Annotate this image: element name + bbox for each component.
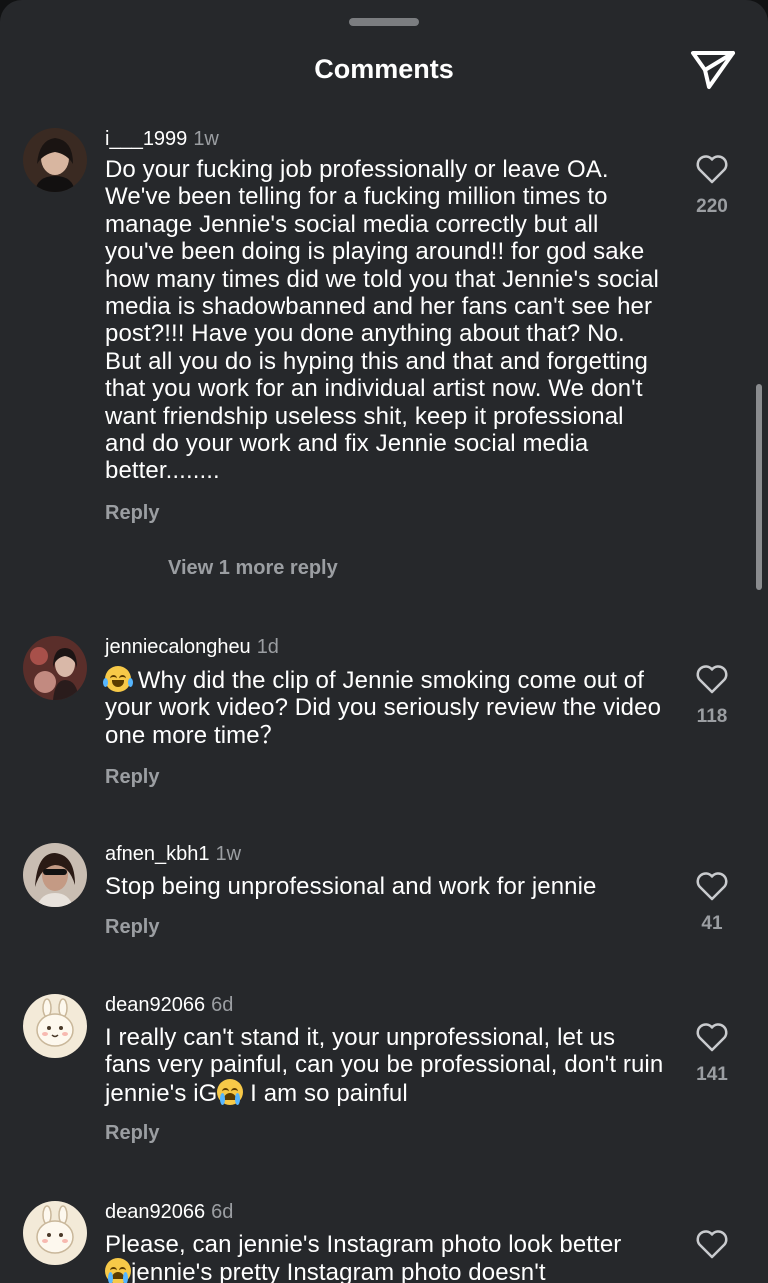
laughing-tears-emoji <box>103 666 133 692</box>
comment-text-tail: I am so painful <box>243 1079 408 1107</box>
like-count: 41 <box>701 913 723 934</box>
reply-button[interactable]: Reply <box>105 1122 159 1145</box>
like-count: 220 <box>696 196 728 217</box>
timestamp: 6d <box>211 1201 234 1223</box>
like-count: 118 <box>696 706 728 727</box>
reply-button[interactable]: Reply <box>105 766 159 789</box>
avatar[interactable] <box>23 994 87 1058</box>
timestamp: 1w <box>193 128 219 150</box>
timestamp: 1d <box>256 636 279 658</box>
avatar[interactable] <box>23 636 87 700</box>
comment-meta: dean92066 6d <box>105 994 233 1017</box>
avatar[interactable] <box>23 128 87 192</box>
like-count: 141 <box>696 1064 728 1085</box>
avatar[interactable] <box>23 1201 87 1265</box>
reply-button[interactable]: Reply <box>105 502 159 525</box>
comment-meta: jenniecalongheu 1d <box>105 636 279 659</box>
heart-outline-icon[interactable] <box>695 154 729 184</box>
comment-text-line: jennie's pretty Instagram photo doesn't <box>105 1258 665 1283</box>
username[interactable]: jenniecalongheu <box>105 636 251 658</box>
paper-plane-icon <box>691 51 735 89</box>
username[interactable]: dean92066 <box>105 1201 205 1223</box>
heart-outline-icon[interactable] <box>695 1229 729 1259</box>
comment-meta: dean92066 6d <box>105 1201 233 1224</box>
page-title: Comments <box>314 54 454 84</box>
comment-text-body: Why did the clip of Jennie smoking come … <box>105 667 662 749</box>
reply-button[interactable]: Reply <box>105 916 159 939</box>
share-button[interactable] <box>688 46 738 94</box>
comment-text: Do your fucking job professionally or le… <box>105 156 659 485</box>
drag-handle[interactable] <box>349 18 419 26</box>
comment-meta: afnen_kbh1 1w <box>105 843 241 866</box>
like-control: 220 <box>682 154 742 218</box>
comment-text: Stop being unprofessional and work for j… <box>105 873 597 900</box>
timestamp: 6d <box>211 994 234 1016</box>
avatar[interactable] <box>23 843 87 907</box>
heart-outline-icon[interactable] <box>695 1022 729 1052</box>
comment-text: Why did the clip of Jennie smoking come … <box>103 666 665 749</box>
comment-text: Please, can jennie's Instagram photo loo… <box>105 1231 665 1283</box>
timestamp: 1w <box>215 843 242 865</box>
heart-outline-icon[interactable] <box>695 871 729 901</box>
like-control: 118 <box>682 664 742 728</box>
like-control: 141 <box>682 1022 742 1086</box>
username[interactable]: afnen_kbh1 <box>105 843 210 865</box>
comment-text: I really can't stand it, your unprofessi… <box>105 1024 665 1107</box>
like-control <box>682 1229 742 1259</box>
like-control: 41 <box>682 871 742 935</box>
scrollbar[interactable] <box>756 384 762 590</box>
username[interactable]: dean92066 <box>105 994 205 1016</box>
heart-outline-icon[interactable] <box>695 664 729 694</box>
comment-meta: i___1999 1w <box>105 128 219 151</box>
comment-text-line: Please, can jennie's Instagram photo loo… <box>105 1231 622 1258</box>
comments-sheet: Comments i___1999 1w Do your fucking job … <box>0 0 768 1283</box>
username[interactable]: i___1999 <box>105 128 187 150</box>
loudly-crying-emoji <box>217 1078 244 1105</box>
loudly-crying-emoji <box>105 1258 131 1283</box>
view-more-replies-button[interactable]: View 1 more reply <box>168 557 338 580</box>
